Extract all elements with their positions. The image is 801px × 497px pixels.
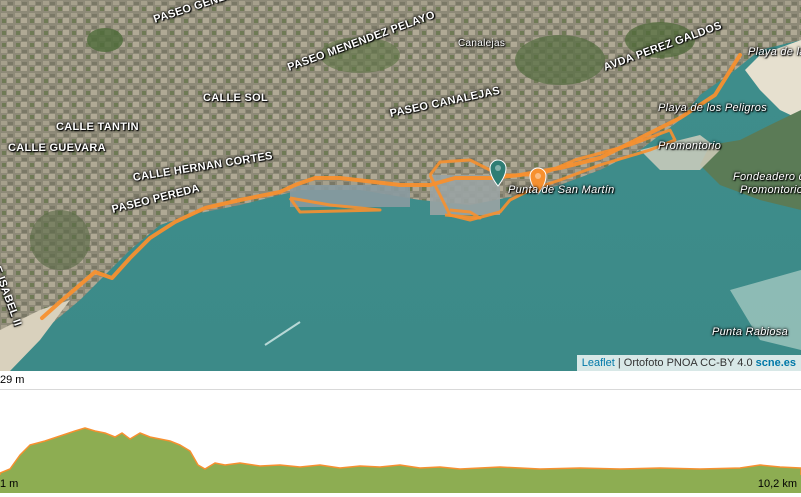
elevation-profile[interactable]: 29 m 1 m 10,2 km <box>0 371 801 497</box>
label-punta-rabiosa: Punta Rabiosa <box>712 326 789 338</box>
label-playa-magdalena: Playa de la Mag <box>748 46 801 58</box>
label-calle-tantin: CALLE TANTIN <box>56 121 139 133</box>
route-segment-marina <box>288 196 382 214</box>
scne-link[interactable]: scne.es <box>756 357 796 369</box>
ortofoto-credit: Ortofoto PNOA CC-BY 4.0 <box>623 357 753 369</box>
attribution-separator: | <box>614 357 624 369</box>
label-punta-san-martin: Punta de San Martín <box>508 184 615 196</box>
route-line <box>40 53 742 320</box>
distance-label: 10,2 km <box>757 478 797 490</box>
label-promontorio-2: Promontorio <box>740 184 801 196</box>
label-promontorio: Promontorio <box>658 140 722 152</box>
label-playa-peligros: Playa de los Peligros <box>658 102 768 114</box>
leaflet-link[interactable]: Leaflet <box>582 357 615 369</box>
label-calle-sol: CALLE SOL <box>203 92 269 104</box>
map-attribution: Leaflet | Ortofoto PNOA CC-BY 4.0 scne.e… <box>576 355 801 371</box>
elevation-area <box>0 427 801 478</box>
route-layer <box>40 53 742 320</box>
route-segment-dock <box>444 208 482 220</box>
route-segment-port <box>428 128 677 222</box>
min-elevation-label: 1 m <box>0 478 19 490</box>
label-calle-guevara: CALLE GUEVARA <box>8 142 106 154</box>
map-view[interactable]: PASEO GENERAL PASEO MENENDEZ PELAYO AVDA… <box>0 0 801 371</box>
profile-baseline <box>0 475 801 493</box>
label-canalejas: Canalejas <box>458 38 506 49</box>
elevation-chart <box>0 427 801 493</box>
label-fondeadero: Fondeadero de <box>733 171 801 183</box>
